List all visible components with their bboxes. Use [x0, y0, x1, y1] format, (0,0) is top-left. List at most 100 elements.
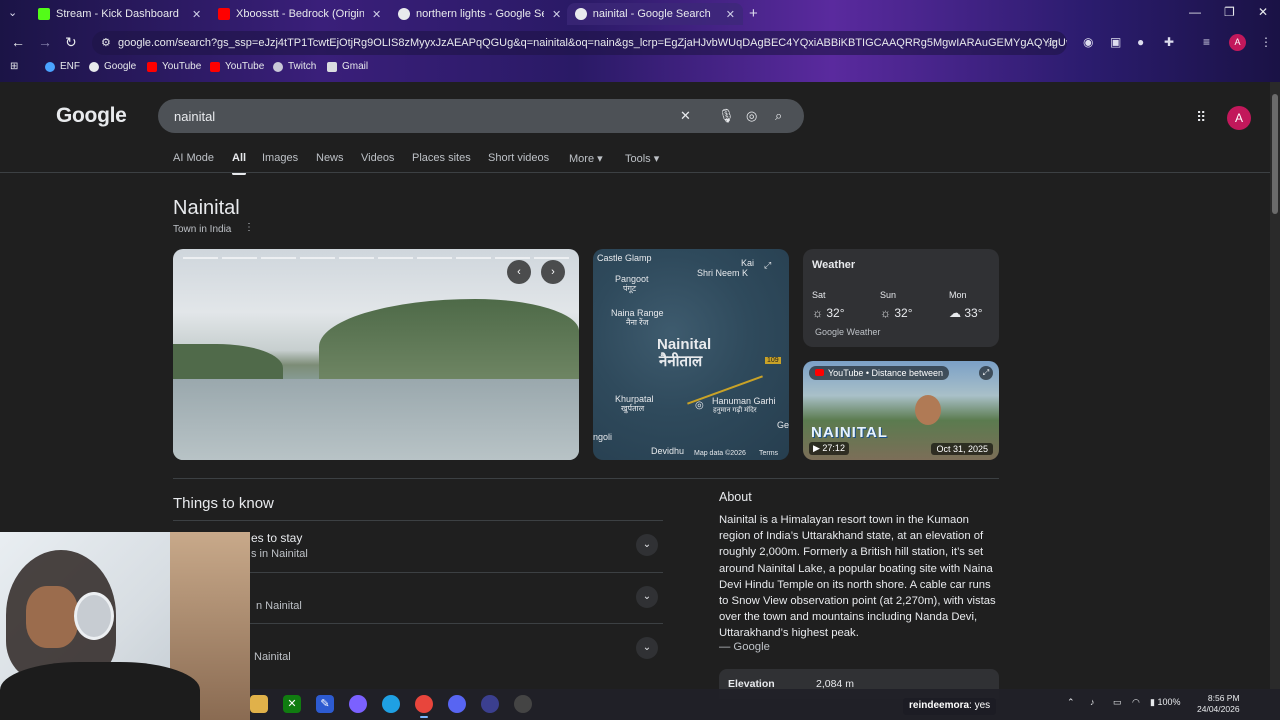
account-avatar[interactable]: A	[1227, 106, 1251, 130]
google-apps-icon[interactable]: ⠿	[1196, 109, 1206, 126]
map-card[interactable]: Castle Glamp Pangoot पंगूट Shri Neem K K…	[593, 249, 789, 460]
address-bar[interactable]: ⚙ google.com/search?gs_ssp=eJzj4tTP1Tcwt…	[92, 31, 1067, 55]
kick-icon	[38, 8, 50, 20]
tab-news[interactable]: News	[316, 152, 344, 164]
search-box[interactable]: nainital ✕ 🎙 ◎ ⌕	[158, 99, 804, 133]
map-terms-link[interactable]: Terms	[759, 450, 778, 457]
tab-all[interactable]: All	[232, 152, 247, 175]
close-icon[interactable]: ✕	[726, 8, 735, 21]
puzzle-icon[interactable]: ✚	[1164, 35, 1174, 49]
map-label: पंगूट	[623, 284, 637, 293]
editor-icon[interactable]: ✎	[316, 695, 334, 713]
microphone-icon[interactable]: ♪	[1090, 697, 1095, 707]
chevron-down-icon[interactable]: ⌄	[636, 586, 658, 608]
video-chip-label: YouTube • Distance between	[828, 368, 944, 378]
carousel-prev-button[interactable]: ‹	[507, 260, 531, 284]
tab-tools[interactable]: Tools ▾	[625, 152, 659, 165]
weather-card[interactable]: Weather Sat Sun Mon ☼ 32° ☼ 32° ☁ 33° Go…	[803, 249, 999, 347]
more-options-icon[interactable]: ⋮	[244, 222, 254, 233]
scrollbar-thumb[interactable]	[1272, 94, 1278, 214]
lens-icon[interactable]: ◎	[746, 108, 757, 124]
apps-grid-icon[interactable]: ⊞	[10, 61, 18, 72]
tray-chevron-icon[interactable]: ⌃	[1067, 697, 1075, 708]
xbox-icon[interactable]: ✕	[283, 695, 301, 713]
bookmark-youtube[interactable]: YouTube	[147, 61, 201, 72]
tab-tools-label: Tools	[625, 153, 651, 165]
expand-icon[interactable]: ⤢	[979, 366, 993, 380]
extension-icon[interactable]: ▣	[1110, 35, 1121, 49]
back-button[interactable]: ←	[11, 34, 25, 50]
google-logo[interactable]: Google	[56, 104, 127, 128]
copilot-icon[interactable]	[349, 695, 367, 713]
search-icon[interactable]: ⌕	[775, 108, 782, 124]
page-scrollbar[interactable]	[1270, 82, 1280, 720]
video-card[interactable]: YouTube • Distance between ⤢ NAINITAL ▶ …	[803, 361, 999, 460]
road-badge: 109	[765, 357, 781, 365]
about-source-link[interactable]: — Google	[719, 641, 770, 653]
expand-icon[interactable]: ⤢	[764, 260, 771, 270]
microphone-icon[interactable]: 🎙	[718, 108, 735, 124]
system-clock[interactable]: 8:56 PM 24/04/2026	[1197, 693, 1240, 715]
close-icon[interactable]: ✕	[372, 8, 381, 21]
obs-icon[interactable]	[514, 695, 532, 713]
discord-icon[interactable]	[448, 695, 466, 713]
maximize-button[interactable]: ❐	[1224, 5, 1235, 19]
google-icon	[89, 61, 99, 72]
site-info-icon[interactable]: ⚙	[101, 36, 111, 49]
tab-search-icon[interactable]: ⌄	[8, 6, 17, 19]
bookmark-gmail[interactable]: Gmail	[327, 61, 368, 72]
tab-ai-mode[interactable]: AI Mode	[173, 152, 214, 164]
bookmark-twitch[interactable]: Twitch	[273, 61, 316, 72]
reload-button[interactable]: ↻	[65, 34, 77, 51]
photo-hill	[319, 299, 579, 379]
tab-nainital[interactable]: nainital - Google Search ✕	[567, 3, 743, 25]
extension-icon[interactable]: ●	[1137, 35, 1144, 49]
chevron-down-icon[interactable]: ⌄	[636, 534, 658, 556]
chevron-down-icon: ▾	[653, 153, 660, 165]
tab-short-videos[interactable]: Short videos	[488, 152, 549, 164]
tab-images[interactable]: Images	[262, 152, 298, 164]
close-icon[interactable]: ✕	[192, 8, 201, 21]
display-icon[interactable]: ▭	[1113, 697, 1122, 708]
tab-kick-dashboard[interactable]: Stream - Kick Dashboard ✕	[30, 3, 209, 25]
temp-value: 33°	[964, 306, 983, 320]
media-icon[interactable]: ≡	[1203, 35, 1210, 49]
edge-icon[interactable]	[382, 695, 400, 713]
map-attribution: Map data ©2026	[694, 450, 746, 457]
weather-day: Mon	[949, 290, 967, 300]
tab-places-sites[interactable]: Places sites	[412, 152, 471, 164]
wifi-icon[interactable]: ◠	[1132, 697, 1140, 708]
tab-videos[interactable]: Videos	[361, 152, 394, 164]
battery-status[interactable]: ▮ 100%	[1150, 697, 1181, 708]
weather-source: Google Weather	[815, 327, 881, 337]
bookmark-google[interactable]: Google	[89, 61, 136, 72]
gmail-icon	[327, 61, 337, 72]
tab-northern-lights[interactable]: northern lights - Google Search ✕	[390, 3, 569, 25]
search-input[interactable]: nainital	[174, 109, 215, 124]
map-city-label-hindi: नैनीताल	[659, 353, 703, 370]
carousel-next-button[interactable]: ›	[541, 260, 565, 284]
forward-button[interactable]: →	[38, 34, 52, 50]
window-close-button[interactable]: ✕	[1258, 5, 1268, 19]
clear-icon[interactable]: ✕	[680, 108, 691, 124]
tab-youtube[interactable]: Xboosstt - Bedrock (Original M ✕	[210, 3, 389, 25]
bookmark-youtube[interactable]: YouTube	[210, 61, 264, 72]
section-divider	[173, 478, 999, 479]
map-label: नैना रेंज	[626, 318, 649, 327]
chrome-icon[interactable]	[415, 695, 433, 718]
bookmark-star-icon[interactable]: ☆	[1045, 35, 1057, 51]
chat-overlay: reindeemora: yes	[903, 698, 997, 715]
minimize-button[interactable]: —	[1189, 5, 1201, 19]
menu-icon[interactable]: ⋮	[1260, 35, 1272, 49]
close-icon[interactable]: ✕	[552, 8, 561, 21]
profile-avatar[interactable]: A	[1229, 34, 1246, 51]
photo-hill	[173, 344, 283, 384]
new-tab-button[interactable]: +	[749, 5, 758, 22]
tab-more[interactable]: More ▾	[569, 152, 603, 165]
tab-strip: ⌄ Stream - Kick Dashboard ✕ Xboosstt - B…	[0, 0, 1280, 28]
file-explorer-icon[interactable]	[250, 695, 268, 713]
app-icon[interactable]	[481, 695, 499, 713]
bookmark-enf[interactable]: ENF	[45, 61, 80, 72]
extension-icon[interactable]: ◉	[1083, 35, 1093, 49]
chevron-down-icon[interactable]: ⌄	[636, 637, 658, 659]
